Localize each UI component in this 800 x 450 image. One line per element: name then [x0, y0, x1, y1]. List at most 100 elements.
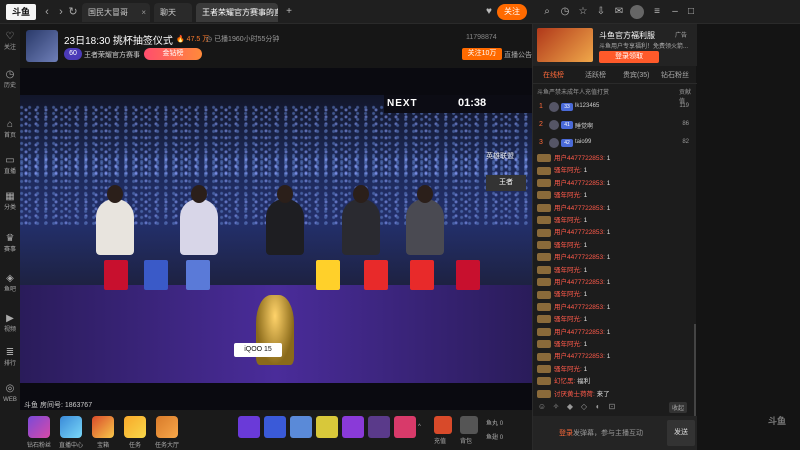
tab-2[interactable]: 聊天 — [154, 3, 192, 22]
fan-rank-badge[interactable]: 金钻榜 — [144, 48, 202, 60]
back-icon[interactable]: ‹ — [40, 4, 54, 20]
chat-message[interactable]: 用户4477722853: 1 — [537, 202, 610, 214]
chat-message[interactable]: 骚年阿光: 1 — [537, 264, 587, 276]
chat-username[interactable]: 讨厌黄士荷荷: — [554, 391, 595, 398]
gift-expand-icon[interactable]: ^ — [418, 424, 421, 430]
gift-item[interactable] — [238, 416, 260, 438]
gift-item[interactable] — [290, 416, 312, 438]
follow-button[interactable]: 关注 — [497, 4, 527, 20]
live-center-icon[interactable] — [60, 416, 82, 438]
chat-list[interactable]: 用户4477722853: 1 骚年阿光: 1 用户4477722853: 1 骚年阿… — [533, 152, 693, 402]
sidebar-item-follow[interactable]: ♡ 关注 — [0, 30, 20, 60]
gift-item[interactable] — [316, 416, 338, 438]
tab-active-rank[interactable]: 活跃榜 — [585, 70, 606, 80]
chat-username[interactable]: 骚年阿光: — [554, 167, 582, 174]
tab-1[interactable]: 国民大冒哥 × — [82, 3, 150, 22]
chat-username[interactable]: 用户4477722853: — [554, 304, 605, 311]
color-icon[interactable]: ◐ — [593, 402, 603, 412]
search-icon[interactable]: ⌕ — [540, 5, 554, 19]
new-tab-icon[interactable]: + — [282, 5, 296, 19]
fold-button[interactable]: 收起 — [669, 402, 688, 413]
notice-link[interactable]: 直播公告 — [504, 50, 532, 60]
chat-username[interactable]: 骚年阿光: — [554, 366, 582, 373]
chat-username[interactable]: 用户4477722853: — [554, 155, 605, 162]
menu-icon[interactable]: ≡ — [650, 5, 664, 19]
gift-item[interactable] — [368, 416, 390, 438]
task-icon[interactable] — [124, 416, 146, 438]
chat-input[interactable]: 登录发弹幕，参与主播互动 发送 — [533, 416, 697, 450]
close-tab-icon[interactable]: × — [269, 3, 274, 22]
chat-message[interactable]: 用户4477722853: 1 — [537, 276, 610, 288]
chat-message[interactable]: 骚年阿光: 1 — [537, 189, 587, 201]
chat-username[interactable]: 骚年阿光: — [554, 291, 582, 298]
refresh-icon[interactable]: ↻ — [66, 4, 80, 20]
download-icon[interactable]: ⇩ — [594, 5, 608, 19]
chat-username[interactable]: 用户4477722853: — [554, 205, 605, 212]
gift-item[interactable] — [264, 416, 286, 438]
ad-login-button[interactable]: 登录领取 — [599, 51, 659, 63]
sidebar-item-live[interactable]: ▭ 直播 — [0, 154, 20, 184]
chat-username[interactable]: 用户4477722853: — [554, 254, 605, 261]
star-icon[interactable]: ☆ — [576, 5, 590, 19]
chat-username[interactable]: 用户4477722853: — [554, 180, 605, 187]
task-hall-icon[interactable] — [156, 416, 178, 438]
chat-message[interactable]: 骚年阿光: 1 — [537, 313, 587, 325]
ad-banner[interactable]: 斗鱼官方福利服 斗鱼用户专享福利！免费领火箭... 登录领取 广告 — [533, 24, 697, 66]
chat-username[interactable]: 骚年阿光: — [554, 242, 582, 249]
rank-row[interactable]: 3 42 taio99 82 — [533, 136, 697, 152]
tab-diamond-fans[interactable]: 钻石粉丝 — [661, 70, 689, 80]
sidebar-item-video[interactable]: ▶ 视频 — [0, 312, 20, 342]
sidebar-item-category[interactable]: ▦ 分类 — [0, 190, 20, 220]
emoji-icon[interactable]: ☺ — [537, 402, 547, 412]
chat-message[interactable]: 用户4477722853: 1 — [537, 152, 610, 164]
chat-username[interactable]: 用户4477722853: — [554, 279, 605, 286]
sidebar-item-history[interactable]: ◷ 历史 — [0, 68, 20, 98]
diamond-fans-icon[interactable] — [28, 416, 50, 438]
sidebar-item-rank[interactable]: ≣ 排行 — [0, 346, 20, 376]
chat-message[interactable]: 用户4477722853: 1 — [537, 251, 610, 263]
tab-online-rank[interactable]: 在线榜 — [543, 70, 564, 80]
tab-vip[interactable]: 贵宾(35) — [623, 70, 649, 80]
chat-message[interactable]: 骚年阿光: 1 — [537, 338, 587, 350]
sidebar-item-fishbar[interactable]: ◈ 鱼吧 — [0, 272, 20, 302]
chat-message[interactable]: 骚年阿光: 1 — [537, 288, 587, 300]
bag-icon[interactable]: ◇ — [579, 402, 589, 412]
chat-message[interactable]: 用户4477722853: 1 — [537, 301, 610, 313]
sidebar-item-home[interactable]: ⌂ 首页 — [0, 118, 20, 148]
douyu-logo[interactable]: 斗鱼 — [6, 4, 36, 20]
video-player[interactable]: 英雄联盟 王者 iQOO 15 NEXT 01:38 — [20, 68, 532, 410]
gift-icon[interactable]: ✧ — [551, 402, 561, 412]
chat-username[interactable]: 骚年阿光: — [554, 341, 582, 348]
follow-count-button[interactable]: 关注10万 — [462, 48, 502, 60]
screenshot-icon[interactable]: ⊡ — [607, 402, 617, 412]
user-avatar-icon[interactable] — [630, 5, 644, 19]
sidebar-item-web[interactable]: ◎ WEB — [0, 382, 20, 412]
chat-message[interactable]: 讨厌黄士荷荷: 来了 — [537, 388, 610, 400]
chat-username[interactable]: 幻忆黑: — [554, 378, 575, 385]
chat-message[interactable]: 骚年阿光: 1 — [537, 239, 587, 251]
send-button[interactable]: 发送 — [667, 420, 695, 446]
rank-row[interactable]: 2 41 睡觉啊 86 — [533, 118, 697, 134]
minimize-icon[interactable]: – — [668, 5, 682, 19]
gift-item[interactable] — [342, 416, 364, 438]
treasure-box-icon[interactable] — [92, 416, 114, 438]
maximize-icon[interactable]: □ — [684, 5, 698, 19]
badge-icon[interactable]: ◆ — [565, 402, 575, 412]
history-icon[interactable]: ◷ — [558, 5, 572, 19]
chat-username[interactable]: 骚年阿光: — [554, 316, 582, 323]
chat-message[interactable]: 用户4477722853: 1 — [537, 350, 610, 362]
heart-icon[interactable]: ♥ — [482, 5, 496, 19]
chat-message[interactable]: 用户4477722853: 1 — [537, 226, 610, 238]
recharge-icon[interactable] — [434, 416, 452, 434]
chat-message[interactable]: 骚年阿光: 1 — [537, 214, 587, 226]
chat-message[interactable]: 骚年阿光: 1 — [537, 363, 587, 375]
chat-message[interactable]: 幻忆黑: 福利 — [537, 375, 590, 387]
gift-item[interactable] — [394, 416, 416, 438]
chat-message[interactable]: 用户4477722853: 1 — [537, 177, 610, 189]
sidebar-item-events[interactable]: ♛ 赛事 — [0, 232, 20, 262]
tab-active[interactable]: 王者荣耀官方赛事的直播间 @...× — [196, 3, 278, 22]
anchor-name[interactable]: 王者荣耀官方赛事 — [84, 50, 140, 60]
message-icon[interactable]: ✉ — [612, 5, 626, 19]
chat-username[interactable]: 骚年阿光: — [554, 267, 582, 274]
chat-username[interactable]: 骚年阿光: — [554, 192, 582, 199]
